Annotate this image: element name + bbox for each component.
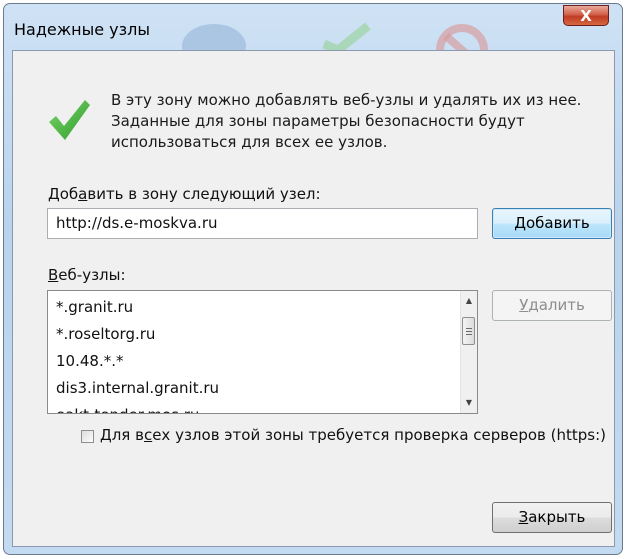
restricted-icon <box>436 24 488 50</box>
faded-check-icon <box>322 22 371 50</box>
scroll-down-icon[interactable]: ▼ <box>461 395 477 411</box>
https-required-label[interactable]: Для всех узлов этой зоны требуется прове… <box>100 426 606 444</box>
title-bar[interactable]: Надежные узлы X <box>4 4 622 50</box>
site-url-input[interactable]: http://ds.e-moskva.ru <box>47 208 478 239</box>
grip-line <box>466 331 472 332</box>
list-item[interactable]: *.granit.ru <box>56 295 455 322</box>
zone-info-text: В эту зону можно добавлять веб-узлы и уд… <box>111 91 582 151</box>
list-item[interactable]: 10.48.*.* <box>56 349 455 376</box>
trusted-sites-dialog: Надежные узлы X В эту зону можно добавля… <box>3 3 623 555</box>
list-item[interactable]: *.roseltorg.ru <box>56 322 455 349</box>
globe-icon <box>182 24 246 50</box>
close-button[interactable]: Закрыть <box>492 502 612 533</box>
grip-line <box>466 334 472 335</box>
websites-list: *.granit.ru *.roseltorg.ru 10.48.*.* dis… <box>56 295 455 413</box>
scroll-thumb[interactable] <box>462 317 475 345</box>
websites-listbox[interactable]: *.granit.ru *.roseltorg.ru 10.48.*.* dis… <box>47 290 478 414</box>
vertical-scrollbar[interactable]: ▲ ▼ <box>460 291 477 413</box>
list-item[interactable]: eakt-tender.mos.ru <box>56 403 455 413</box>
add-button[interactable]: Добавить <box>492 208 612 239</box>
scroll-up-icon[interactable]: ▲ <box>461 293 477 309</box>
green-checkmark-icon <box>49 100 90 140</box>
window-close-button[interactable]: X <box>563 5 609 26</box>
dialog-title: Надежные узлы <box>14 20 151 39</box>
add-site-label: Добавить в зону следующий узел: <box>48 185 321 203</box>
grip-line <box>466 328 472 329</box>
websites-label: Веб-узлы: <box>48 266 126 284</box>
list-item[interactable]: dis3.internal.granit.ru <box>56 376 455 403</box>
delete-button[interactable]: Удалить <box>492 290 612 321</box>
https-required-checkbox[interactable] <box>81 430 94 443</box>
dialog-body: В эту зону можно добавлять веб-узлы и уд… <box>12 50 615 547</box>
